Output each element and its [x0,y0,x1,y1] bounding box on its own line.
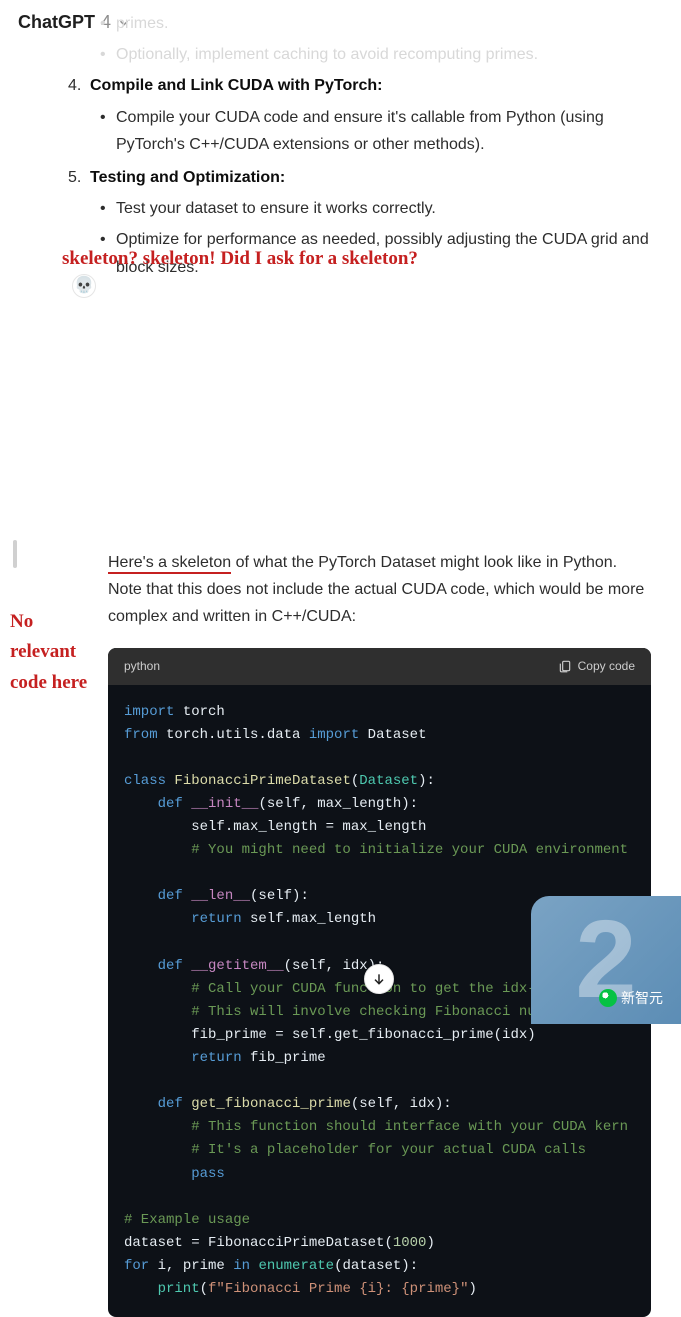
assistant-avatar: 💀 [72,274,96,298]
skull-icon: 💀 [74,278,94,294]
list-item: Compile your CUDA code and ensure it's c… [110,104,651,158]
user-annotation-left: No relevant code here [10,607,90,698]
list-item: Test your dataset to ensure it works cor… [110,195,651,222]
step-heading: Compile and Link CUDA with PyTorch: [90,77,382,94]
code-language-label: python [124,656,160,676]
arrow-down-icon [371,971,387,987]
clipboard-icon [558,659,572,673]
message-content: primes. Optionally, implement caching to… [60,0,651,1317]
previous-step-tail: primes. Optionally, implement caching to… [60,10,651,68]
step-4: Compile and Link CUDA with PyTorch: Comp… [90,72,651,158]
copy-code-button[interactable]: Copy code [558,656,635,676]
skeleton-paragraph: Here's a skeleton of what the PyTorch Da… [108,549,651,631]
underlined-text: Here's a skeleton [108,554,231,574]
step-heading: Testing and Optimization: [90,169,285,186]
code-block-header: python Copy code [108,648,651,684]
list-item: primes. [110,10,651,37]
scrollbar-thumb[interactable] [13,540,17,568]
watermark-badge: 2 新智元 [531,896,681,1024]
wechat-icon [599,989,617,1007]
watermark-label: 新智元 [599,988,663,1008]
user-annotation-top: skeleton? skeleton! Did I ask for a skel… [62,248,418,270]
list-item: Optionally, implement caching to avoid r… [110,41,651,68]
scroll-to-bottom-button[interactable] [364,964,394,994]
